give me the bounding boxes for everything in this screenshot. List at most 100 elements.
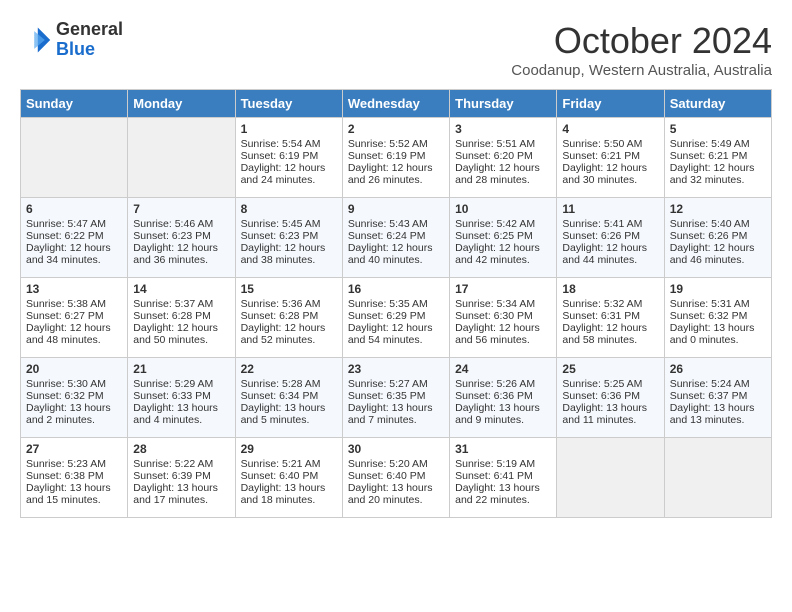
day-info: Sunrise: 5:37 AM xyxy=(133,298,229,310)
day-info: Daylight: 13 hours xyxy=(241,402,337,414)
calendar-cell: 9Sunrise: 5:43 AMSunset: 6:24 PMDaylight… xyxy=(342,198,449,278)
day-info: Sunrise: 5:22 AM xyxy=(133,458,229,470)
calendar-cell: 8Sunrise: 5:45 AMSunset: 6:23 PMDaylight… xyxy=(235,198,342,278)
logo-icon xyxy=(20,24,52,56)
day-info: Sunset: 6:36 PM xyxy=(562,390,658,402)
day-info: and 22 minutes. xyxy=(455,494,551,506)
day-info: Sunrise: 5:35 AM xyxy=(348,298,444,310)
day-number: 25 xyxy=(562,362,658,376)
day-number: 3 xyxy=(455,122,551,136)
day-info: Sunrise: 5:21 AM xyxy=(241,458,337,470)
day-number: 23 xyxy=(348,362,444,376)
day-info: Sunset: 6:25 PM xyxy=(455,230,551,242)
day-info: Daylight: 12 hours xyxy=(562,162,658,174)
calendar-cell: 28Sunrise: 5:22 AMSunset: 6:39 PMDayligh… xyxy=(128,438,235,518)
day-info: Daylight: 13 hours xyxy=(455,402,551,414)
calendar-cell: 3Sunrise: 5:51 AMSunset: 6:20 PMDaylight… xyxy=(450,118,557,198)
day-info: Daylight: 12 hours xyxy=(670,242,766,254)
day-info: Sunrise: 5:45 AM xyxy=(241,218,337,230)
day-number: 22 xyxy=(241,362,337,376)
day-info: Daylight: 12 hours xyxy=(455,162,551,174)
day-info: and 52 minutes. xyxy=(241,334,337,346)
day-info: Daylight: 13 hours xyxy=(348,402,444,414)
day-info: and 5 minutes. xyxy=(241,414,337,426)
page-header: General Blue October 2024 Coodanup, West… xyxy=(20,20,772,79)
calendar-table: SundayMondayTuesdayWednesdayThursdayFrid… xyxy=(20,89,772,518)
calendar-cell xyxy=(664,438,771,518)
day-info: Daylight: 12 hours xyxy=(455,322,551,334)
day-info: Daylight: 13 hours xyxy=(26,402,122,414)
day-number: 6 xyxy=(26,202,122,216)
day-info: Daylight: 12 hours xyxy=(348,242,444,254)
day-of-week-header: Thursday xyxy=(450,90,557,118)
day-number: 9 xyxy=(348,202,444,216)
day-info: and 56 minutes. xyxy=(455,334,551,346)
day-info: Daylight: 12 hours xyxy=(348,322,444,334)
calendar-cell: 30Sunrise: 5:20 AMSunset: 6:40 PMDayligh… xyxy=(342,438,449,518)
day-info: and 44 minutes. xyxy=(562,254,658,266)
day-info: and 38 minutes. xyxy=(241,254,337,266)
calendar-cell: 1Sunrise: 5:54 AMSunset: 6:19 PMDaylight… xyxy=(235,118,342,198)
day-number: 14 xyxy=(133,282,229,296)
calendar-cell: 4Sunrise: 5:50 AMSunset: 6:21 PMDaylight… xyxy=(557,118,664,198)
day-info: Daylight: 13 hours xyxy=(26,482,122,494)
day-number: 11 xyxy=(562,202,658,216)
day-info: Sunset: 6:38 PM xyxy=(26,470,122,482)
calendar-cell: 7Sunrise: 5:46 AMSunset: 6:23 PMDaylight… xyxy=(128,198,235,278)
day-number: 24 xyxy=(455,362,551,376)
calendar-cell: 16Sunrise: 5:35 AMSunset: 6:29 PMDayligh… xyxy=(342,278,449,358)
calendar-cell: 29Sunrise: 5:21 AMSunset: 6:40 PMDayligh… xyxy=(235,438,342,518)
day-info: Sunset: 6:29 PM xyxy=(348,310,444,322)
day-info: Sunset: 6:28 PM xyxy=(241,310,337,322)
day-info: Sunset: 6:33 PM xyxy=(133,390,229,402)
day-info: Sunrise: 5:27 AM xyxy=(348,378,444,390)
subtitle: Coodanup, Western Australia, Australia xyxy=(511,62,772,79)
day-info: Sunrise: 5:30 AM xyxy=(26,378,122,390)
calendar-cell: 14Sunrise: 5:37 AMSunset: 6:28 PMDayligh… xyxy=(128,278,235,358)
calendar-cell: 13Sunrise: 5:38 AMSunset: 6:27 PMDayligh… xyxy=(21,278,128,358)
calendar-cell xyxy=(128,118,235,198)
day-of-week-header: Monday xyxy=(128,90,235,118)
day-number: 20 xyxy=(26,362,122,376)
day-number: 8 xyxy=(241,202,337,216)
day-info: Daylight: 12 hours xyxy=(26,242,122,254)
day-number: 4 xyxy=(562,122,658,136)
day-info: and 0 minutes. xyxy=(670,334,766,346)
day-number: 29 xyxy=(241,442,337,456)
day-info: Sunrise: 5:31 AM xyxy=(670,298,766,310)
day-of-week-header: Tuesday xyxy=(235,90,342,118)
day-info: Daylight: 13 hours xyxy=(348,482,444,494)
day-info: Sunrise: 5:52 AM xyxy=(348,138,444,150)
calendar-week-row: 20Sunrise: 5:30 AMSunset: 6:32 PMDayligh… xyxy=(21,358,772,438)
calendar-cell: 24Sunrise: 5:26 AMSunset: 6:36 PMDayligh… xyxy=(450,358,557,438)
day-info: Daylight: 12 hours xyxy=(670,162,766,174)
day-info: Sunrise: 5:36 AM xyxy=(241,298,337,310)
day-of-week-header: Wednesday xyxy=(342,90,449,118)
day-info: Sunrise: 5:28 AM xyxy=(241,378,337,390)
day-number: 1 xyxy=(241,122,337,136)
day-info: and 18 minutes. xyxy=(241,494,337,506)
day-info: and 30 minutes. xyxy=(562,174,658,186)
calendar-cell: 2Sunrise: 5:52 AMSunset: 6:19 PMDaylight… xyxy=(342,118,449,198)
day-info: Daylight: 12 hours xyxy=(241,242,337,254)
day-info: Sunrise: 5:54 AM xyxy=(241,138,337,150)
day-info: Sunset: 6:26 PM xyxy=(562,230,658,242)
day-info: Sunrise: 5:38 AM xyxy=(26,298,122,310)
day-number: 28 xyxy=(133,442,229,456)
day-info: and 4 minutes. xyxy=(133,414,229,426)
day-info: Sunset: 6:32 PM xyxy=(26,390,122,402)
day-info: Sunset: 6:21 PM xyxy=(670,150,766,162)
day-info: Daylight: 13 hours xyxy=(670,402,766,414)
calendar-week-row: 13Sunrise: 5:38 AMSunset: 6:27 PMDayligh… xyxy=(21,278,772,358)
day-info: Sunset: 6:27 PM xyxy=(26,310,122,322)
day-info: Sunset: 6:35 PM xyxy=(348,390,444,402)
calendar-cell: 17Sunrise: 5:34 AMSunset: 6:30 PMDayligh… xyxy=(450,278,557,358)
day-info: Sunrise: 5:32 AM xyxy=(562,298,658,310)
day-info: Sunrise: 5:26 AM xyxy=(455,378,551,390)
day-number: 12 xyxy=(670,202,766,216)
day-info: and 20 minutes. xyxy=(348,494,444,506)
day-info: Sunset: 6:19 PM xyxy=(348,150,444,162)
calendar-cell: 20 Sunrise: 5:30 AMSunset: 6:32 PMDayligh… xyxy=(21,358,128,438)
logo: General Blue xyxy=(20,20,123,60)
calendar-week-row: 27Sunrise: 5:23 AMSunset: 6:38 PMDayligh… xyxy=(21,438,772,518)
